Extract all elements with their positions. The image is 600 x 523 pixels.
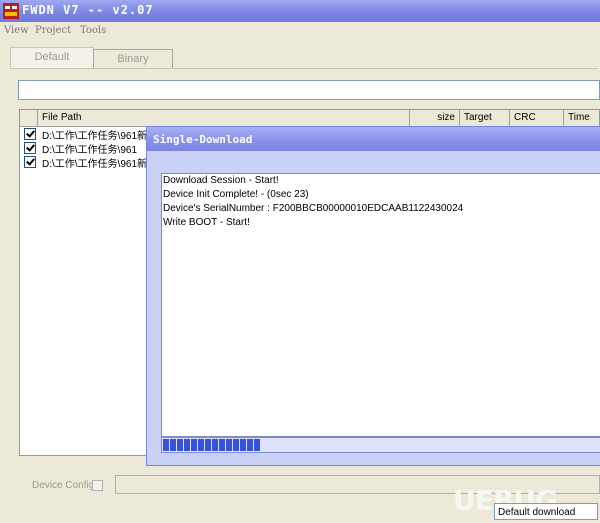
app-icon xyxy=(3,3,19,19)
menu-project[interactable]: Project xyxy=(35,25,71,36)
header-file-path[interactable]: File Path xyxy=(38,110,410,126)
progress-block xyxy=(254,439,260,451)
progress-block xyxy=(184,439,190,451)
device-config-checkbox[interactable] xyxy=(92,480,103,491)
download-progress-bar xyxy=(161,437,600,453)
progress-block xyxy=(226,439,232,451)
header-size[interactable]: size xyxy=(410,110,460,126)
window-title: FWDN V7 -- v2.07 xyxy=(22,3,154,17)
download-mode-select[interactable]: Default download xyxy=(494,503,598,520)
row-checkbox[interactable] xyxy=(24,156,36,168)
dialog-titlebar[interactable]: Single-Download xyxy=(147,127,600,151)
progress-block xyxy=(233,439,239,451)
row-file-path: D:\工作\工作任务\961 xyxy=(42,145,138,156)
row-file-path: D:\工作\工作任务\961新 xyxy=(42,131,148,142)
table-header: File Path size Target CRC Time xyxy=(20,110,599,127)
table-row[interactable]: D:\工作\工作任务\961新 xyxy=(20,155,160,170)
table-row[interactable]: D:\工作\工作任务\961新 xyxy=(20,127,160,142)
progress-block xyxy=(177,439,183,451)
log-line: Device Init Complete! - (0sec 23) xyxy=(163,189,309,200)
progress-block xyxy=(240,439,246,451)
log-line: Download Session - Start! xyxy=(163,175,279,186)
progress-block xyxy=(191,439,197,451)
progress-block xyxy=(219,439,225,451)
header-time[interactable]: Time xyxy=(564,110,599,126)
header-check-column xyxy=(20,110,38,126)
window-titlebar[interactable]: FWDN V7 -- v2.07 xyxy=(0,0,600,22)
menu-tools[interactable]: Tools xyxy=(80,25,106,36)
single-download-dialog: Single-Download Download Session - Start… xyxy=(146,126,600,466)
row-checkbox[interactable] xyxy=(24,128,36,140)
download-log: Download Session - Start! Device Init Co… xyxy=(161,173,600,437)
header-target[interactable]: Target xyxy=(460,110,510,126)
progress-block xyxy=(170,439,176,451)
header-crc[interactable]: CRC xyxy=(510,110,564,126)
path-input[interactable] xyxy=(18,80,600,100)
tab-default[interactable]: Default xyxy=(10,47,94,69)
menu-bar: View Project Tools xyxy=(0,23,600,41)
tab-binary[interactable]: Binary xyxy=(93,49,173,69)
progress-block xyxy=(212,439,218,451)
progress-block xyxy=(163,439,169,451)
progress-block xyxy=(247,439,253,451)
menu-view[interactable]: View xyxy=(4,25,29,36)
row-checkbox[interactable] xyxy=(24,142,36,154)
row-file-path: D:\工作\工作任务\961新 xyxy=(42,159,148,170)
tab-divider xyxy=(10,68,598,69)
log-line: Write BOOT - Start! xyxy=(163,217,250,228)
device-config-label: Device Config xyxy=(32,480,95,491)
log-line: Device's SerialNumber : F200BBCB00000010… xyxy=(163,203,464,214)
table-row[interactable]: D:\工作\工作任务\961 xyxy=(20,141,160,156)
dialog-title: Single-Download xyxy=(153,133,253,146)
progress-block xyxy=(205,439,211,451)
progress-block xyxy=(198,439,204,451)
